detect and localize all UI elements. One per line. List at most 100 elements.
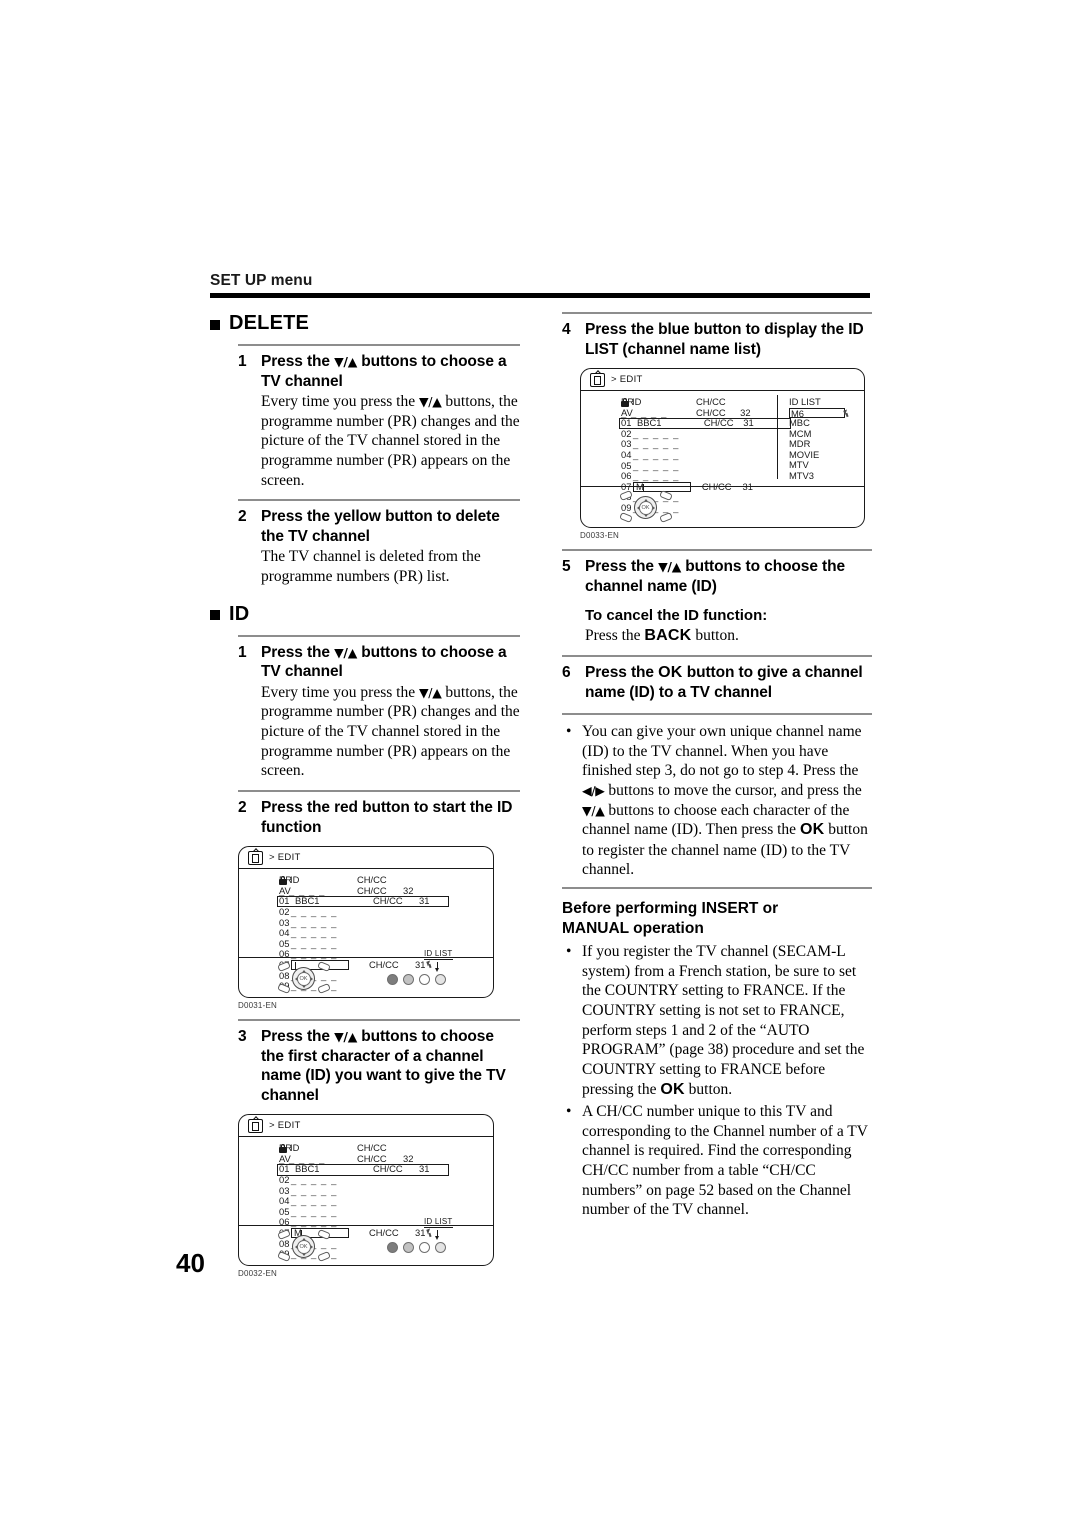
blue-button-icon[interactable]	[435, 1242, 446, 1254]
navpad-corner-icon	[317, 1229, 331, 1241]
id-step-1-desc: Every time you press the ▼/▲ buttons, th…	[261, 683, 520, 781]
red-button-icon[interactable]	[387, 1242, 398, 1254]
cancel-id-note-a: Press the	[585, 626, 645, 644]
updown-arrows-icon: ▼/▲	[658, 559, 682, 575]
note-bullet: • If you register the TV channel (SECAM-…	[562, 942, 872, 1100]
note-t2: buttons to move the cursor, and press th…	[604, 781, 862, 799]
row-pr: 03	[279, 1184, 290, 1196]
note-bullet: • You can give your own unique channel n…	[562, 722, 872, 880]
ok-button-icon[interactable]: OK	[296, 971, 311, 986]
osd-titlebar: > EDIT	[239, 1115, 493, 1138]
red-button-icon[interactable]	[387, 974, 398, 986]
cancel-id-note-b: button.	[691, 626, 739, 644]
id-step-5-number: 5	[562, 558, 571, 576]
id-step-5: 5 Press the ▼/▲ buttons to choose the ch…	[562, 549, 872, 646]
row-pr: 06	[621, 470, 632, 482]
delete-step-1-title: Press the ▼/▲ buttons to choose a TV cha…	[261, 352, 520, 391]
before-insert-heading-line2: MANUAL operation	[562, 920, 704, 938]
updown-arrows-icon: ▼/▲	[418, 394, 442, 410]
section-heading-id-label: ID	[229, 602, 250, 625]
square-bullet-icon	[210, 319, 220, 330]
idlist-separator	[777, 395, 779, 480]
tv-icon	[248, 850, 263, 865]
row-pr: 05	[279, 1205, 290, 1217]
id-list-selected-label: M6	[791, 407, 805, 419]
table-row: 06 _ _ _ _ _	[581, 471, 769, 482]
row-pr: 05	[279, 937, 290, 949]
figure-code-d0033: D0033-EN	[580, 531, 619, 541]
id-step-3-number: 3	[238, 1028, 247, 1046]
note-bullet-text: If you register the TV channel (SECAM-L …	[582, 942, 872, 1100]
bullet-dot-icon: •	[566, 1103, 572, 1120]
table-row: 05 _ _ _ _ _	[239, 1205, 493, 1218]
row-chcc: CH/CC	[703, 417, 734, 429]
figure-code-d0032: D0032-EN	[238, 1269, 277, 1279]
tv-icon	[248, 1118, 263, 1133]
id-step-4: 4 Press the blue button to display the I…	[562, 312, 872, 359]
color-buttons-group[interactable]	[387, 974, 446, 986]
cancel-id-subtitle: To cancel the ID function:	[585, 607, 768, 625]
delete-step-1: 1 Press the ▼/▲ buttons to choose a TV c…	[238, 344, 520, 490]
bullet-dot-icon: •	[566, 942, 572, 960]
navpad-corner-icon	[277, 961, 291, 973]
table-row-selected[interactable]: 01 BBC1 CH/CC 31	[239, 896, 493, 908]
right-column: 4 Press the blue button to display the I…	[562, 312, 872, 1220]
before-insert-b0-t1: If you register the TV channel (SECAM-L …	[582, 942, 865, 1098]
before-insert-heading-line1: Before performing INSERT or	[562, 899, 779, 917]
osd-screen-d0033: > EDIT PR ID CH/CC AV _ _ _ _ _ CH/CC 32…	[580, 368, 865, 529]
navigation-pad-icon[interactable]: OK	[277, 961, 333, 995]
navpad-corner-icon	[619, 512, 633, 524]
ok-button-icon[interactable]: OK	[296, 1239, 311, 1254]
figure-d0033: > EDIT PR ID CH/CC AV _ _ _ _ _ CH/CC 32…	[580, 368, 872, 540]
navpad-corner-icon	[659, 512, 673, 524]
note-t1: You can give your own unique channel nam…	[582, 722, 862, 780]
note-bullet-text: A CH/CC number unique to this TV and cor…	[582, 1103, 868, 1219]
figure-code-d0031: D0031-EN	[238, 1001, 277, 1011]
table-row: AV _ _ _ _ _ CH/CC 32	[239, 885, 493, 897]
updown-arrows-icon: ▼/▲	[418, 684, 442, 700]
before-insert-section: Before performing INSERT or MANUAL opera…	[562, 899, 872, 1220]
navpad-corner-icon	[317, 961, 331, 973]
id-step-3-title: Press the ▼/▲ buttons to choose the firs…	[261, 1027, 520, 1105]
page-number: 40	[176, 1248, 205, 1278]
row-pr: 01	[621, 417, 632, 429]
col-header-pr: PR	[621, 396, 635, 408]
osd-edit-label: > EDIT	[611, 374, 643, 386]
id-step-6-number: 6	[562, 664, 571, 682]
osd-titlebar: > EDIT	[581, 369, 864, 392]
color-buttons-group[interactable]	[387, 1242, 446, 1254]
figure-d0032: > EDIT PR ID CH/CC AV _ _ _ _ _ CH/CC 32…	[238, 1114, 520, 1278]
osd-edit-label: > EDIT	[269, 852, 301, 864]
table-row: 04 _ _ _ _ _	[239, 928, 493, 939]
table-row-selected[interactable]: 01 BBC1 CH/CC 31	[239, 1164, 493, 1176]
row-pr: 02	[279, 1174, 290, 1186]
yellow-button-icon[interactable]	[419, 974, 430, 986]
id-step-4-number: 4	[562, 321, 571, 338]
id-list-item-selected[interactable]: M6	[789, 407, 845, 419]
row-pr: 04	[279, 1195, 290, 1207]
idlist-callout-text: ID LIST	[424, 949, 453, 960]
row-pr: 04	[621, 449, 632, 460]
id-step-1-desc-a: Every time you press the	[261, 683, 419, 701]
osd-footer: OK ID LIST	[239, 949, 493, 997]
green-button-icon[interactable]	[403, 974, 414, 986]
navigation-pad-icon[interactable]: OK	[619, 490, 675, 524]
osd-channel-table-area: PR ID CH/CC AV _ _ _ _ _ CH/CC 32 01 BBC…	[239, 1137, 493, 1259]
list-item[interactable]: MTV3	[789, 470, 845, 482]
idlist-callout-text: ID LIST	[424, 1217, 453, 1228]
updown-arrows-icon: ▼/▲	[582, 802, 605, 818]
row-pr: 03	[279, 916, 290, 928]
row-pr: 03	[621, 438, 632, 450]
blue-button-icon[interactable]	[435, 974, 446, 986]
navigation-pad-icon[interactable]: OK	[277, 1229, 333, 1263]
id-step-2: 2 Press the red button to start the ID f…	[238, 790, 520, 837]
ok-button-icon[interactable]: OK	[638, 500, 653, 515]
lock-icon	[279, 1143, 287, 1153]
yellow-button-icon[interactable]	[419, 1242, 430, 1254]
navpad-corner-icon	[317, 1251, 331, 1263]
id-step-6: 6 Press the OK button to give a channel …	[562, 655, 872, 703]
before-insert-b0-t2: button.	[684, 1080, 733, 1098]
table-row: 02 _ _ _ _ _	[239, 906, 493, 918]
green-button-icon[interactable]	[403, 1242, 414, 1254]
col-header-id-label: ID	[290, 874, 300, 886]
